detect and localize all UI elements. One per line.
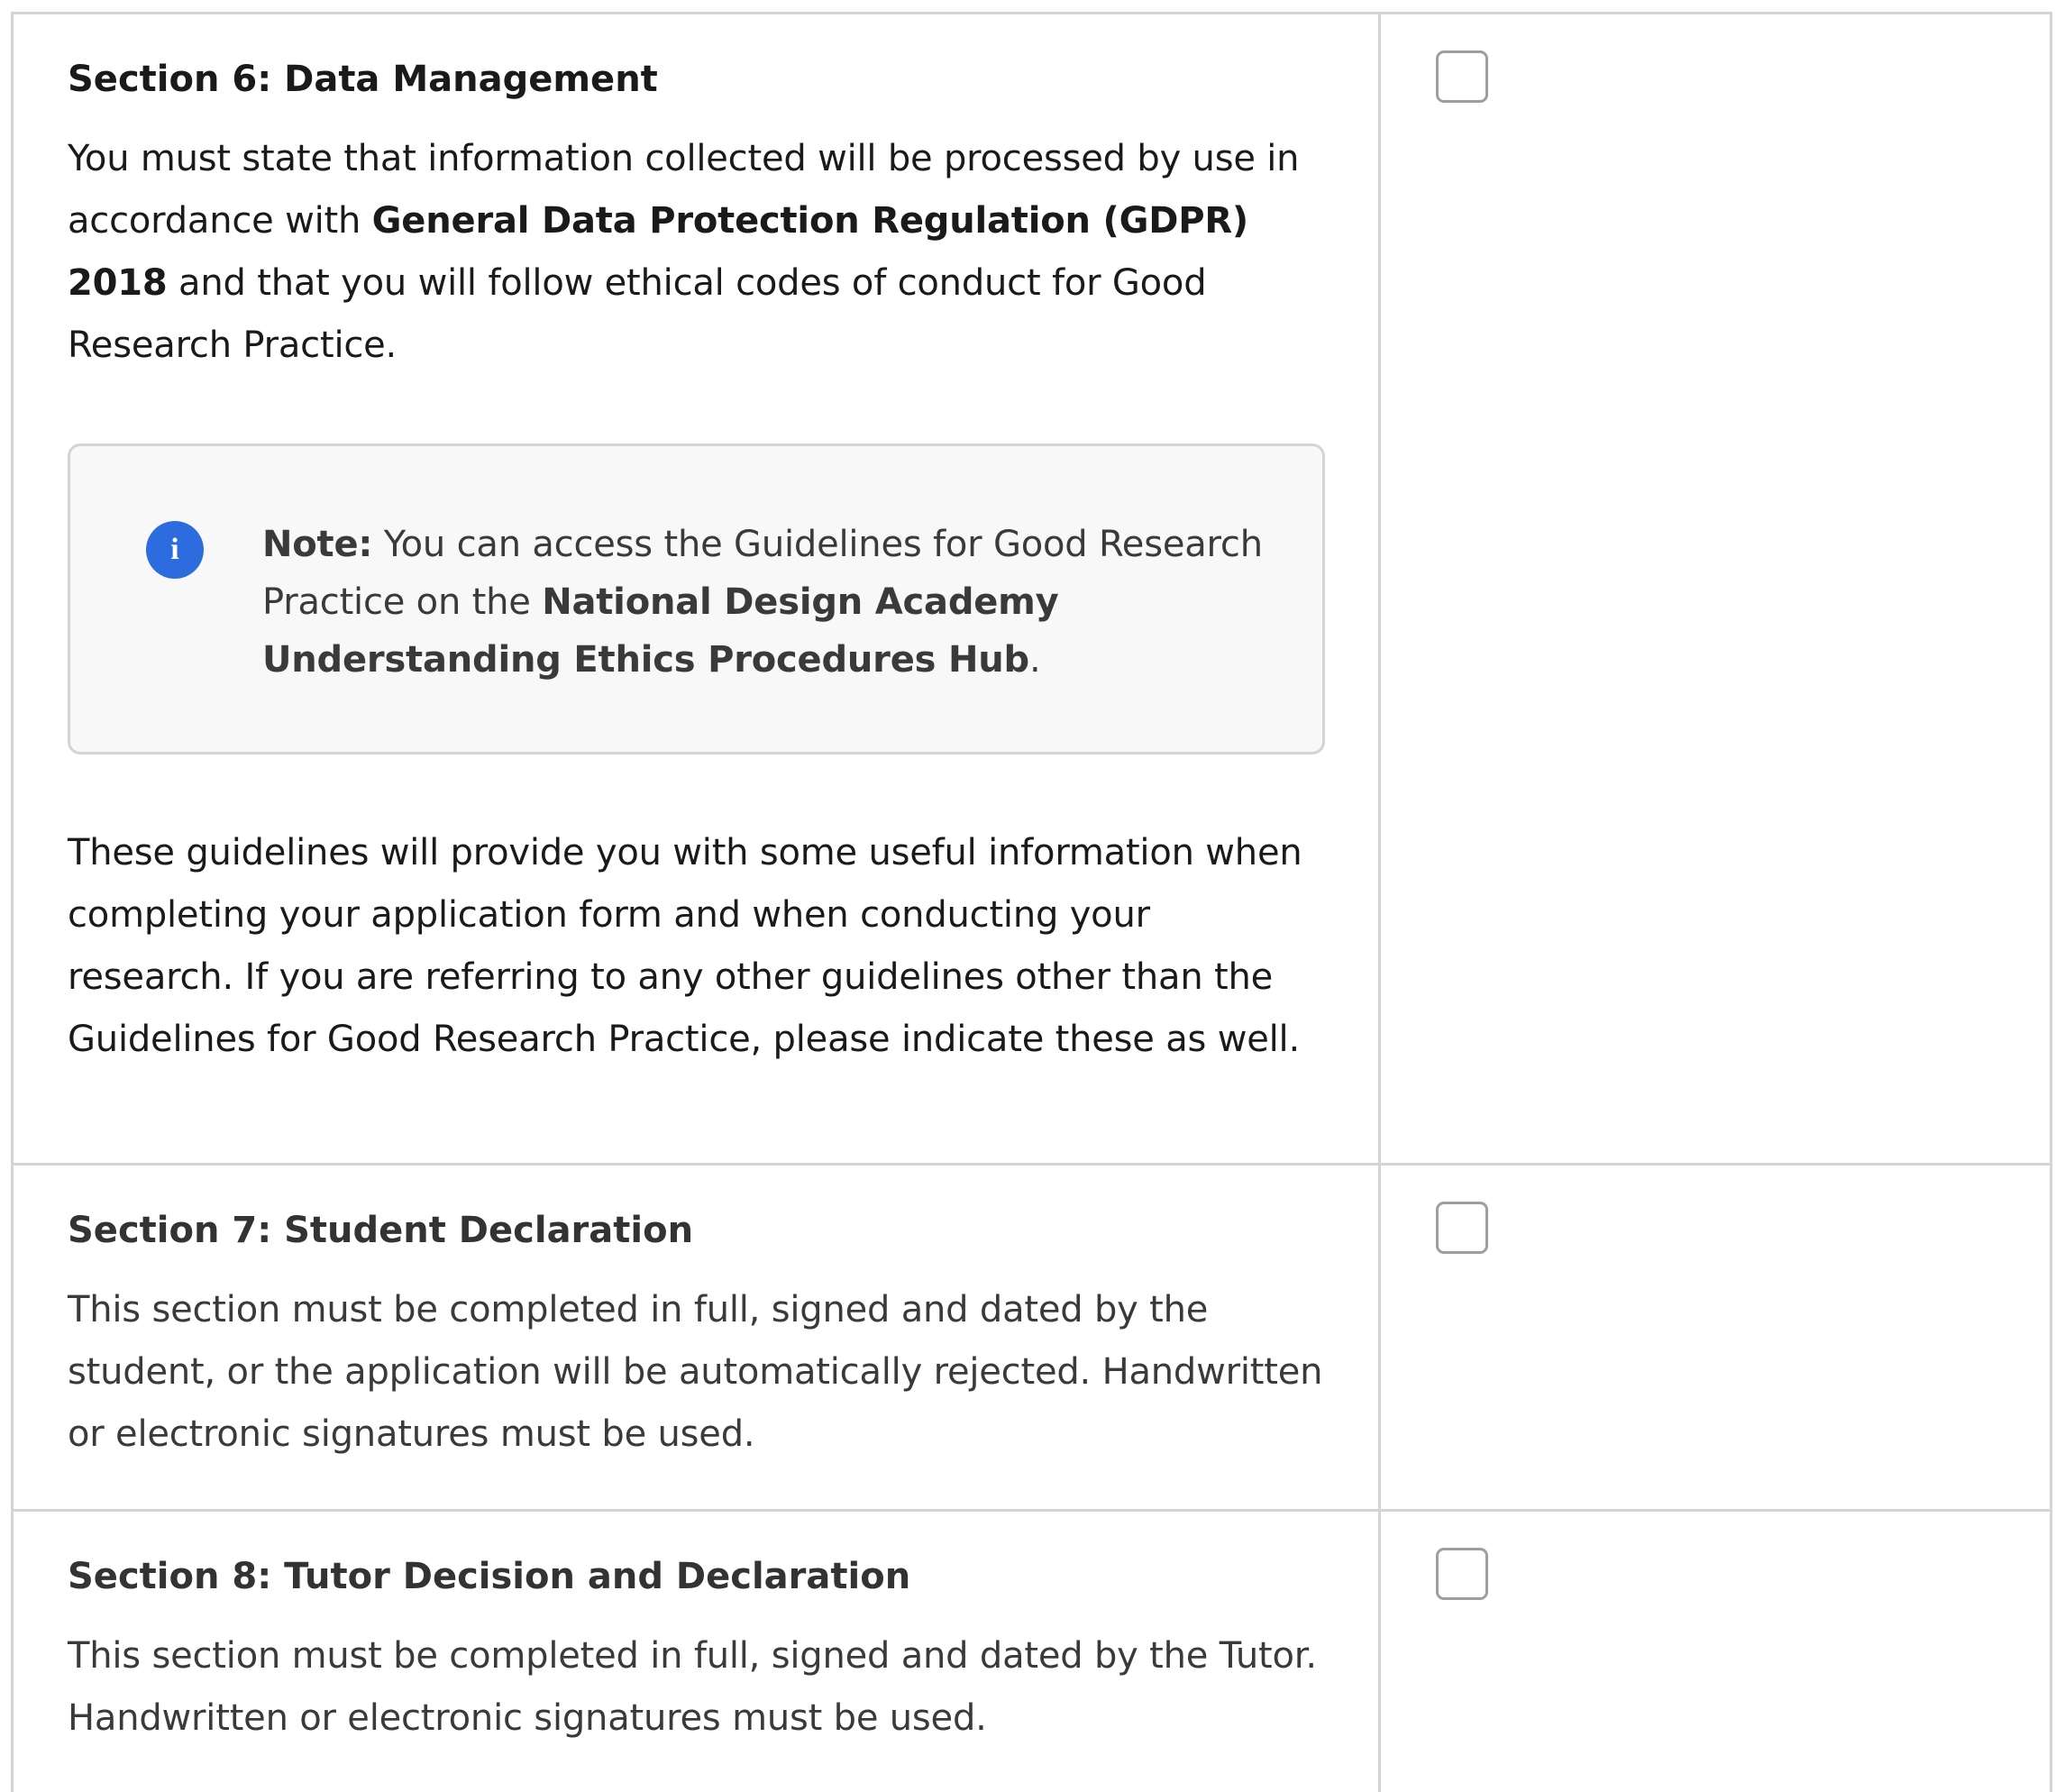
section-8-check-cell	[1381, 1512, 2052, 1792]
section-6-guidelines-text: These guidelines will provide you with s…	[68, 832, 1302, 1060]
section-8-row: Section 8: Tutor Decision and Declaratio…	[14, 1512, 2052, 1792]
section-7-check-cell	[1381, 1166, 2052, 1509]
section-6-check-cell	[1381, 14, 2052, 1163]
note-text: Note: You can access the Guidelines for …	[262, 524, 1263, 681]
info-icon: i	[146, 521, 204, 579]
section-6-content: Section 6: Data Management You must stat…	[14, 14, 1381, 1163]
section-7-content: Section 7: Student Declaration This sect…	[14, 1166, 1381, 1509]
section-8-title: Section 8: Tutor Decision and Declaratio…	[68, 1556, 911, 1597]
section-6-row: Section 6: Data Management You must stat…	[14, 14, 2052, 1166]
section-7-checkbox[interactable]	[1436, 1202, 1488, 1254]
section-8-text: This section must be completed in full, …	[68, 1635, 1317, 1739]
section-6-title: Section 6: Data Management	[68, 59, 658, 100]
section-6-checkbox[interactable]	[1436, 50, 1488, 103]
section-7-row: Section 7: Student Declaration This sect…	[14, 1166, 2052, 1512]
note-box: i Note: You can access the Guidelines fo…	[68, 443, 1325, 754]
checklist-table: Section 6: Data Management You must stat…	[11, 12, 2052, 1792]
section-7-text: This section must be completed in full, …	[68, 1289, 1323, 1455]
section-6-intro: You must state that information collecte…	[68, 138, 1300, 366]
section-8-checkbox[interactable]	[1436, 1548, 1488, 1600]
section-7-title: Section 7: Student Declaration	[68, 1210, 694, 1251]
section-8-content: Section 8: Tutor Decision and Declaratio…	[14, 1512, 1381, 1792]
